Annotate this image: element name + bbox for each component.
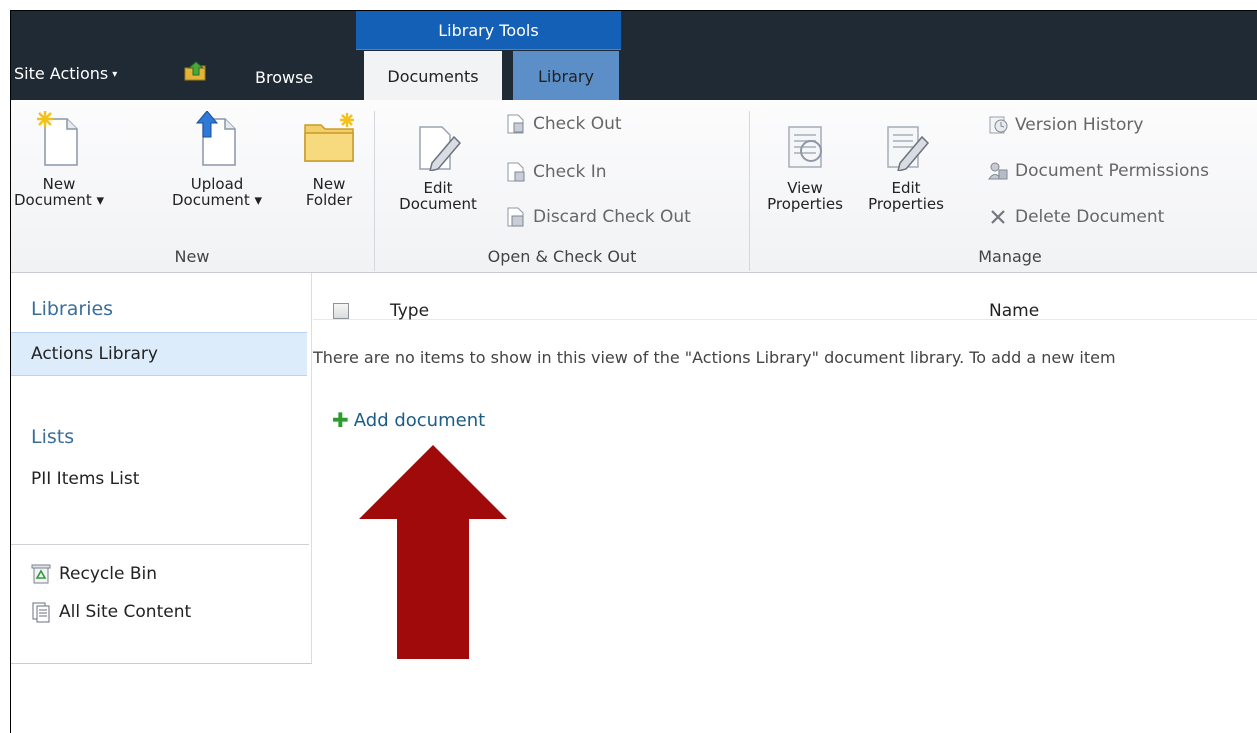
document-permissions-button[interactable]: Document Permissions [987, 160, 1209, 182]
nav-item-label: Actions Library [31, 344, 158, 364]
tab-library[interactable]: Library [513, 51, 619, 100]
check-out-button[interactable]: Check Out [505, 113, 622, 135]
delete-document-button[interactable]: Delete Document [987, 206, 1164, 228]
sharepoint-window: Site Actions ▾ Browse Library Tools Docum… [10, 10, 1257, 733]
view-properties-label-line2: Properties [767, 195, 843, 213]
edit-properties-label-line2: Properties [868, 195, 944, 213]
upload-document-label-line1: Upload [190, 175, 244, 193]
site-content-icon [32, 602, 50, 623]
view-properties-label-line1: View [787, 179, 823, 197]
new-document-label-line1: New [42, 175, 76, 193]
quick-launch: Libraries Actions Library Lists PII Item… [11, 273, 312, 664]
edit-properties-label-line1: Edit [891, 179, 921, 197]
upload-document-button[interactable]: Upload Document ▾ [161, 110, 273, 209]
navigate-up-icon[interactable] [183, 58, 209, 84]
version-history-icon [989, 116, 1008, 134]
edit-document-button[interactable]: Edit Document [383, 123, 493, 212]
new-folder-label-line2: Folder [305, 191, 353, 209]
new-document-button[interactable]: New Document ▾ [11, 111, 107, 208]
check-in-button[interactable]: Check In [505, 161, 607, 183]
group-label-open-check-out: Open & Check Out [487, 247, 637, 266]
edit-properties-button[interactable]: Edit Properties [861, 123, 951, 212]
new-folder-button[interactable]: New Folder [293, 111, 365, 208]
check-in-label: Check In [533, 162, 607, 182]
new-document-icon [37, 111, 78, 166]
discard-check-out-button[interactable]: Discard Check Out [505, 206, 691, 228]
discard-check-out-label: Discard Check Out [533, 207, 691, 227]
delete-icon [991, 210, 1005, 224]
tab-browse[interactable]: Browse [255, 68, 313, 87]
empty-view-message: There are no items to show in this view … [313, 348, 1116, 367]
nav-divider [11, 544, 309, 545]
nav-item-recycle-bin[interactable]: Recycle Bin [31, 563, 157, 585]
nav-item-label: Recycle Bin [59, 564, 158, 584]
library-tools-group-header: Library Tools [356, 11, 621, 50]
site-actions-label: Site Actions [14, 64, 109, 83]
document-permissions-label: Document Permissions [1015, 161, 1210, 181]
add-document-label: Add document [353, 409, 486, 431]
select-all-checkbox[interactable] [333, 303, 349, 319]
library-tools-title: Library Tools [438, 21, 539, 40]
nav-item-pii-items-list[interactable]: PII Items List [31, 469, 139, 489]
chevron-down-icon: ▾ [112, 69, 118, 80]
new-document-label-line2: Document ▾ [13, 191, 104, 209]
upload-icon [195, 110, 236, 166]
column-header-name[interactable]: Name [989, 301, 1039, 321]
column-header-type[interactable]: Type [390, 301, 429, 321]
new-folder-icon [304, 113, 354, 162]
edit-document-label-line2: Document [399, 195, 477, 213]
recycle-bin-icon [31, 564, 51, 584]
edit-document-label-line1: Edit [423, 179, 453, 197]
add-document-link[interactable]: ✚ Add document [332, 408, 485, 432]
nav-heading-lists[interactable]: Lists [31, 426, 74, 448]
check-out-icon [507, 114, 524, 134]
top-bar: Site Actions ▾ Browse Library Tools Docum… [11, 11, 1257, 100]
new-folder-label-line1: New [312, 175, 346, 193]
view-properties-icon [788, 126, 822, 168]
discard-check-out-icon [507, 207, 524, 227]
check-in-icon [507, 162, 525, 182]
permissions-icon [988, 162, 1008, 180]
delete-document-label: Delete Document [1015, 207, 1165, 227]
group-label-manage: Manage [978, 247, 1042, 266]
group-label-new: New [174, 247, 210, 266]
check-out-label: Check Out [533, 114, 622, 134]
version-history-button[interactable]: Version History [987, 114, 1143, 136]
edit-properties-icon [887, 126, 930, 173]
site-actions-menu[interactable]: Site Actions ▾ [14, 64, 117, 83]
view-properties-button[interactable]: View Properties [761, 123, 849, 212]
version-history-label: Version History [1015, 115, 1144, 135]
nav-item-actions-library[interactable]: Actions Library [11, 332, 307, 376]
upload-document-label-line2: Document ▾ [171, 191, 262, 209]
edit-document-icon [419, 126, 462, 173]
nav-item-label: All Site Content [59, 602, 192, 622]
nav-heading-libraries[interactable]: Libraries [31, 298, 113, 320]
add-icon: ✚ [332, 408, 349, 432]
column-header-row: Type Name [313, 273, 1257, 321]
annotation-arrow-up [359, 445, 507, 659]
nav-item-all-site-content[interactable]: All Site Content [31, 601, 191, 623]
tab-documents[interactable]: Documents [364, 51, 502, 100]
